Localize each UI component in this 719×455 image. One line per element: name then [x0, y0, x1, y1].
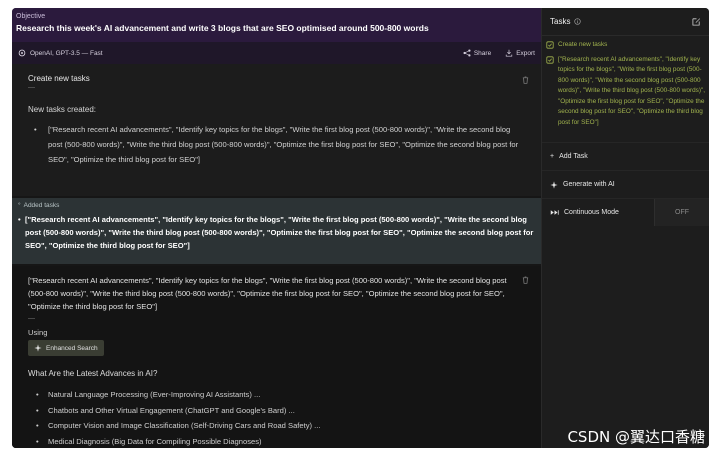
objective-label: Objective	[16, 13, 46, 20]
advance-item: Chatbots and Other Virtual Engagement (C…	[48, 405, 295, 415]
plus-icon: +	[550, 153, 555, 160]
added-tasks-block: ° Added tasks • ["Research recent AI adv…	[12, 198, 541, 264]
share-button[interactable]: Share	[463, 49, 491, 57]
model-selector[interactable]: OpenAI, GPT-3.5 — Fast	[18, 49, 103, 57]
export-icon	[505, 49, 513, 57]
enhanced-search-label: Enhanced Search	[46, 344, 98, 352]
add-task-button[interactable]: + Add Task	[542, 142, 709, 170]
task-item[interactable]: ["Research recent AI advancements", "Ide…	[546, 55, 705, 129]
share-icon	[463, 49, 471, 57]
continuous-mode-toggle[interactable]: OFF	[654, 199, 709, 226]
trash-icon[interactable]	[522, 276, 529, 284]
result-card: ["Research recent AI advancements", "Ide…	[12, 266, 541, 448]
result-text: ["Research recent AI advancements", "Ide…	[28, 276, 507, 311]
task-list: Create new tasks ["Research recent AI ad…	[542, 36, 709, 136]
checkbox-checked-icon	[546, 41, 554, 51]
task-label: ["Research recent AI advancements", "Ide…	[558, 55, 705, 126]
list-item: • Medical Diagnosis (Big Data for Compili…	[36, 434, 525, 449]
fast-forward-icon	[550, 209, 559, 216]
continuous-mode-row: Continuous Mode OFF	[542, 198, 709, 226]
enhanced-search-button[interactable]: Enhanced Search	[28, 340, 104, 356]
list-item: • Computer Vision and Image Classificatio…	[36, 418, 525, 434]
objective-text: Research this week's AI advancement and …	[16, 23, 429, 33]
message-feed[interactable]: Create new tasks — New tasks created: • …	[12, 64, 541, 448]
advance-item: Medical Diagnosis (Big Data for Compilin…	[48, 436, 262, 446]
edit-icon[interactable]	[692, 17, 701, 26]
openai-icon	[18, 49, 26, 57]
added-tasks-header: ° Added tasks	[18, 202, 535, 209]
divider-dash: —	[28, 84, 35, 91]
share-label: Share	[473, 49, 492, 57]
objective-header: Objective Research this week's AI advanc…	[12, 8, 541, 42]
model-label: OpenAI, GPT-3.5 — Fast	[30, 49, 103, 57]
trash-icon[interactable]	[522, 76, 529, 84]
create-tasks-card: Create new tasks — New tasks created: • …	[12, 64, 541, 196]
card-subtitle: New tasks created:	[28, 105, 97, 114]
card-title: Create new tasks	[28, 74, 90, 83]
new-tasks-text: ["Research recent AI advancements", "Ide…	[48, 125, 519, 164]
using-label: Using	[28, 328, 48, 337]
advance-item: Natural Language Processing (Ever-Improv…	[48, 390, 261, 399]
generate-label: Generate with AI	[563, 181, 615, 188]
list-item: • Chatbots and Other Virtual Engagement (…	[36, 403, 525, 419]
info-icon	[574, 18, 582, 25]
app-window: Objective Research this week's AI advanc…	[12, 8, 709, 448]
search-question: What Are the Latest Advances in AI?	[28, 369, 158, 378]
generate-with-ai-button[interactable]: Generate with AI	[542, 170, 709, 198]
continuous-mode-label-wrap: Continuous Mode	[542, 199, 654, 226]
list-item: • Natural Language Processing (Ever-Impro…	[36, 387, 525, 403]
tasks-panel: Tasks Create new tasks ["Research recent	[541, 8, 709, 448]
sparkle-icon	[550, 180, 558, 189]
export-label: Export	[516, 49, 535, 57]
list-item: • ["Research recent AI advancements", "I…	[18, 215, 534, 250]
tasks-panel-title: Tasks	[550, 17, 571, 26]
added-tasks-label: Added tasks	[23, 202, 60, 209]
export-button[interactable]: Export	[505, 49, 535, 57]
added-tasks-text: ["Research recent AI advancements", "Ide…	[25, 215, 534, 250]
sparkle-icon	[34, 344, 42, 352]
task-item[interactable]: Create new tasks	[546, 40, 705, 51]
tasks-panel-header: Tasks	[542, 8, 709, 36]
toolbar: OpenAI, GPT-3.5 — Fast Share Export	[12, 42, 541, 64]
info-icon: °	[18, 202, 21, 209]
task-label: Create new tasks	[558, 41, 608, 48]
advances-list: • Natural Language Processing (Ever-Impro…	[28, 387, 525, 448]
checkbox-checked-icon	[546, 55, 554, 129]
advance-item: Computer Vision and Image Classification…	[48, 421, 321, 430]
add-task-label: Add Task	[559, 153, 588, 160]
list-item: • ["Research recent AI advancements", "I…	[28, 122, 525, 167]
watermark-text: CSDN @翼达口香糖	[567, 428, 705, 446]
continuous-mode-label: Continuous Mode	[564, 209, 619, 216]
divider-dash: —	[28, 315, 35, 322]
